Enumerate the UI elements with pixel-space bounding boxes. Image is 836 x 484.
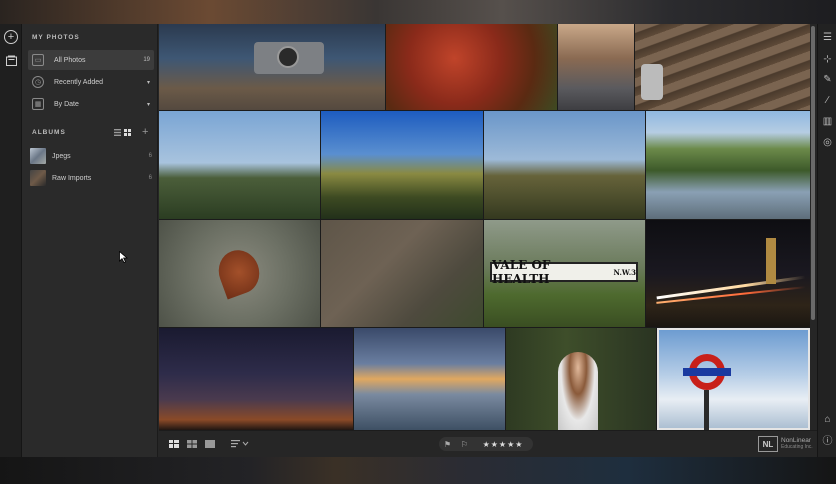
photo-tile[interactable] (558, 24, 634, 110)
add-photos-icon[interactable]: + (4, 30, 18, 44)
album-count: 6 (148, 153, 152, 159)
healing-brush-icon[interactable]: ✎ (822, 74, 833, 85)
albums-heading: ALBUMS (32, 129, 66, 136)
app-window: + MY PHOTOS ▭ All Photos 19 ◷ Recently A… (0, 24, 836, 457)
expand-chevron-icon[interactable]: ▾ (147, 79, 150, 86)
sidebar-item-by-date[interactable]: ▦ By Date ▾ (28, 94, 154, 114)
square-grid-view-icon[interactable] (169, 440, 179, 450)
watermark: NL NonLinear Educating Inc. (758, 434, 834, 454)
add-album-icon[interactable]: + (142, 126, 148, 138)
album-label: Raw Imports (52, 174, 92, 182)
photo-tile[interactable] (646, 111, 810, 219)
sign-subtext: N.W.3 (613, 267, 636, 277)
my-photos-heading: MY PHOTOS (32, 34, 80, 41)
video-top-strip (0, 0, 836, 24)
leaf-shape (212, 244, 266, 300)
album-label: Jpegs (52, 152, 71, 160)
album-item-jpegs[interactable]: Jpegs 6 (30, 148, 154, 164)
photo-tile[interactable] (321, 111, 483, 219)
watermark-text: NonLinear Educating Inc. (781, 437, 813, 451)
calendar-icon: ▦ (32, 98, 44, 110)
album-thumbnail (30, 170, 46, 186)
sign-text: VALE OF HEALTH (492, 258, 551, 286)
crop-icon[interactable]: ⊹ (822, 54, 833, 65)
star-rating-filter[interactable]: ★★★★★ (473, 437, 533, 451)
photo-tile[interactable] (635, 24, 810, 110)
flag-filter: ⚑ ⚐ (439, 437, 473, 451)
right-rail: ☰ ⊹ ✎ ∕ ▥ ◎ ⌂ ⓘ (817, 24, 836, 457)
tag-icon[interactable]: ⌂ (822, 414, 833, 425)
library-icon[interactable] (4, 53, 18, 67)
sidebar-item-label: Recently Added (54, 78, 104, 86)
reject-flag-icon[interactable]: ⚐ (461, 440, 468, 449)
sidebar-item-recently-added[interactable]: ◷ Recently Added ▾ (28, 72, 154, 92)
radial-gradient-icon[interactable]: ◎ (822, 137, 833, 148)
album-thumbnail (30, 148, 46, 164)
photos-icon: ▭ (32, 54, 44, 66)
nonlinear-logo: NL (758, 436, 778, 452)
photo-tile[interactable] (386, 24, 557, 110)
list-view-icon[interactable] (114, 129, 121, 138)
photo-tile[interactable] (159, 111, 320, 219)
photo-tile[interactable] (484, 111, 645, 219)
expand-chevron-icon[interactable]: ▾ (147, 101, 150, 108)
watermark-line2: Educating Inc. (781, 444, 813, 450)
linear-gradient-icon[interactable]: ▥ (822, 116, 833, 127)
album-item-raw-imports[interactable]: Raw Imports 6 (30, 170, 154, 186)
photo-tile[interactable] (321, 220, 483, 327)
shoes-shape (641, 64, 663, 100)
photo-tile-selected[interactable] (657, 328, 810, 430)
watermark-line1: NonLinear (781, 437, 811, 444)
photo-grid: VALE OF HEALTH N.W.3 (159, 24, 810, 430)
mouse-cursor-icon (119, 251, 128, 263)
photo-tile[interactable] (159, 328, 353, 430)
grid-view-icon[interactable] (124, 129, 131, 138)
photo-tile[interactable] (506, 328, 656, 430)
bottom-toolbar: ⚑ ⚐ ★★★★★ (159, 430, 817, 457)
sidebar-item-label: All Photos (54, 56, 86, 64)
photo-tile[interactable] (159, 220, 320, 327)
photo-count: 19 (143, 57, 150, 63)
lens-shape (277, 46, 299, 68)
photo-grid-view-icon[interactable] (187, 440, 197, 450)
sidebar-item-all-photos[interactable]: ▭ All Photos 19 (28, 50, 154, 70)
brush-icon[interactable]: ∕ (822, 95, 833, 106)
photo-tile[interactable] (159, 24, 385, 110)
album-count: 6 (148, 175, 152, 181)
sort-icon[interactable] (231, 440, 249, 450)
detail-view-icon[interactable] (205, 440, 215, 450)
portrait-person (558, 352, 598, 430)
video-bottom-strip (0, 457, 836, 484)
edit-sliders-icon[interactable]: ☰ (822, 32, 833, 43)
clock-tower (766, 238, 776, 284)
sidebar-item-label: By Date (54, 100, 79, 108)
underground-bar (683, 368, 731, 376)
pick-flag-icon[interactable]: ⚑ (444, 440, 451, 449)
grid-scrollbar[interactable] (811, 26, 815, 320)
photo-tile[interactable]: VALE OF HEALTH N.W.3 (484, 220, 645, 327)
clock-icon: ◷ (32, 76, 44, 88)
sign-pole (704, 390, 709, 430)
photo-tile[interactable] (354, 328, 505, 430)
photo-tile[interactable] (646, 220, 810, 327)
left-rail: + (0, 24, 22, 457)
sidebar: MY PHOTOS ▭ All Photos 19 ◷ Recently Add… (22, 24, 158, 457)
street-sign: VALE OF HEALTH N.W.3 (490, 258, 638, 286)
